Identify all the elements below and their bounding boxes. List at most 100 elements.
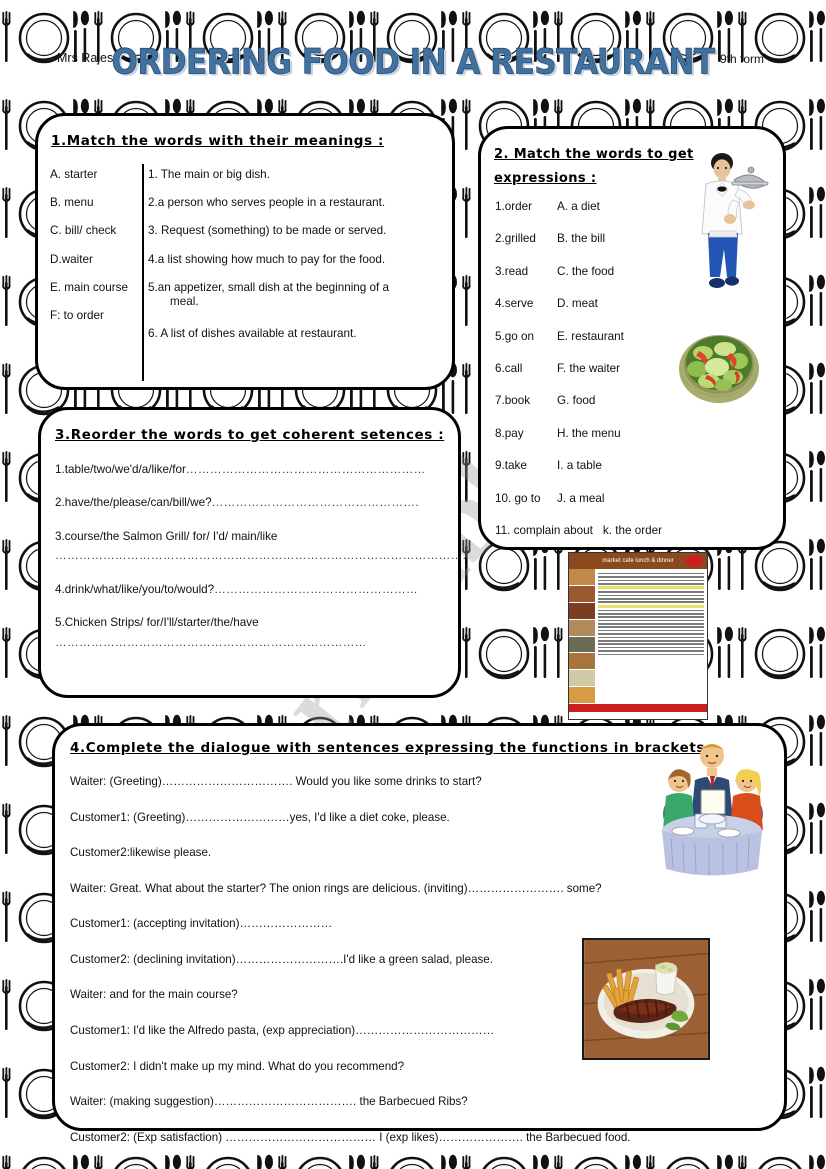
- menu-line: [598, 650, 704, 652]
- answer-dotted-line[interactable]: ………………………………………………………………………………………….: [55, 548, 466, 564]
- restaurant-menu-card-image: market cafe lunch & dinner: [568, 552, 708, 720]
- menu-photo: [569, 636, 595, 654]
- menu-card-footer: [569, 704, 707, 712]
- pair-left: 8.pay: [495, 426, 524, 440]
- salad-bowl-photo: [679, 335, 759, 403]
- dialogue-line: Customer2: (Exp satisfaction) ……………………………: [70, 1130, 631, 1144]
- list-item: 5.an appetizer, small dish at the beginn…: [148, 281, 440, 327]
- pair-right: B. the bill: [557, 232, 606, 246]
- exercise-1-terms-column: A. starter B. menu C. bill/ check D.wait…: [50, 168, 146, 337]
- dialogue-line: Waiter: (Greeting)……………………………. Would you…: [70, 775, 482, 788]
- menu-photo: [569, 687, 595, 704]
- menu-line: [598, 629, 704, 632]
- list-item: 9.take I. a table: [495, 459, 750, 491]
- menu-line: [598, 594, 704, 597]
- list-item: C. bill/ check: [50, 224, 117, 238]
- menu-line: [598, 623, 704, 625]
- list-item: 2.have/the/please/can/bill/we?……………………………: [55, 495, 447, 511]
- list-item: 11. complain about k. the order: [495, 524, 750, 556]
- menu-line: [598, 612, 704, 615]
- exercise-3-items: 1.table/two/we'd/a/like/for……………………………………: [55, 462, 466, 668]
- menu-line: [598, 616, 704, 618]
- menu-line: [598, 609, 704, 612]
- dialogue-line: Customer2:likewise please.: [70, 846, 212, 860]
- menu-card-photo-strip: [569, 569, 595, 704]
- list-item: 6. A list of dishes available at restaur…: [148, 326, 357, 340]
- exercise-2-box: 2. Match the words to get expressions :: [478, 126, 786, 550]
- menu-line-highlight: [598, 586, 704, 590]
- menu-line: [598, 646, 704, 649]
- pair-left: 4.serve: [495, 297, 534, 311]
- waiter-illustration: [701, 153, 769, 288]
- menu-card-text-lines: [595, 569, 707, 704]
- menu-photo: [569, 569, 595, 586]
- menu-line: [598, 597, 704, 600]
- exercise-4-title: 4.Complete the dialogue with sentences e…: [70, 740, 717, 756]
- pair-right: k. the order: [602, 523, 663, 537]
- list-item: 4.drink/what/like/you/to/would?…………………………: [55, 582, 447, 598]
- barbecued-ribs-photo: [582, 938, 710, 1060]
- menu-line: [598, 576, 704, 578]
- form-level: 9th form: [719, 52, 764, 66]
- pair-right: D. meat: [557, 297, 598, 311]
- exercise-2-title: 2. Match the words to get expressions :: [494, 147, 694, 187]
- menu-line: [598, 579, 704, 582]
- dialogue-line: Customer2: I didn't make up my mind. Wha…: [70, 1059, 405, 1073]
- menu-line: [598, 626, 704, 629]
- menu-card-heading-text: market cafe lunch & dinner: [602, 558, 674, 564]
- list-item: 2.a person who serves people in a restau…: [148, 196, 386, 210]
- exercise-1-box: 1.Match the words with their meanings : …: [35, 113, 455, 390]
- pair-right: J. a meal: [557, 491, 605, 505]
- menu-photo: [569, 619, 595, 637]
- exercise-4-box: 4.Complete the dialogue with sentences e…: [52, 723, 787, 1144]
- menu-photo: [569, 585, 595, 603]
- answer-dotted-line[interactable]: ……………………………………………………………………: [55, 635, 447, 651]
- menu-line: [598, 591, 704, 593]
- pair-left: 9.take: [495, 459, 527, 473]
- dialogue-line: Waiter: (making suggestion)……………………………….…: [70, 1095, 468, 1109]
- exercise-1-definitions-column: 1. The main or big dish. 2.a person who …: [148, 168, 440, 355]
- pair-right: F. the waiter: [557, 361, 621, 375]
- answer-dotted-line[interactable]: ……………………………………………………: [186, 463, 426, 476]
- pair-right: E. restaurant: [557, 329, 624, 343]
- menu-line: [598, 582, 704, 585]
- menu-card-badge: [685, 555, 703, 567]
- menu-card-body: [569, 569, 707, 704]
- menu-line: [598, 640, 704, 642]
- answer-dotted-line[interactable]: ……………………………………………: [214, 583, 418, 596]
- menu-line: [598, 653, 704, 656]
- list-item: A. starter: [50, 168, 98, 181]
- list-item: 5.Chicken Strips/ for/I'll/starter/the/h…: [55, 615, 447, 651]
- list-item: 10. go to J. a meal: [495, 492, 750, 524]
- page-title: ORDERING FOOD IN A RESTAURANT: [111, 42, 715, 83]
- pair-right: C. the food: [557, 264, 615, 278]
- sentence-words: 5.Chicken Strips/ for/I'll/starter/the/h…: [55, 615, 259, 629]
- pair-right: G. food: [557, 394, 596, 408]
- menu-photo: [569, 653, 595, 671]
- menu-line: [598, 619, 704, 622]
- sentence-words: 3.course/the Salmon Grill/ for/ I'd/ mai…: [55, 529, 278, 543]
- menu-line: [598, 633, 704, 635]
- pair-left: 10. go to: [495, 491, 541, 505]
- dialogue-line: Customer1: (Greeting)………………………yes, I'd l…: [70, 810, 450, 824]
- diners-at-table-illustration: [662, 744, 763, 876]
- exercise-3-box: 3.Reorder the words to get coherent sete…: [38, 407, 466, 698]
- menu-photo: [569, 602, 595, 620]
- pair-right: A. a diet: [557, 200, 600, 213]
- page-header: Mrs Rajes ORDERING FOOD IN A RESTAURANT …: [0, 42, 826, 90]
- list-item: 3. Request (something) to be made or ser…: [148, 224, 387, 238]
- pair-left: 6.call: [495, 361, 523, 375]
- exercise-1-title: 1.Match the words with their meanings :: [51, 133, 385, 149]
- menu-line-highlight: [598, 604, 704, 608]
- menu-photo: [569, 670, 595, 688]
- menu-line: [598, 601, 704, 603]
- list-item: E. main course: [50, 280, 128, 294]
- menu-line: [598, 636, 704, 639]
- pair-left: 2.grilled: [495, 232, 536, 246]
- answer-dotted-line[interactable]: …………………………………………….: [212, 496, 419, 509]
- pair-right: H. the menu: [557, 426, 621, 440]
- list-item: 1. The main or big dish.: [148, 168, 270, 181]
- list-item: 8.pay H. the menu: [495, 427, 750, 459]
- list-item-continuation: meal.: [170, 295, 199, 309]
- list-item: D.waiter: [50, 252, 93, 266]
